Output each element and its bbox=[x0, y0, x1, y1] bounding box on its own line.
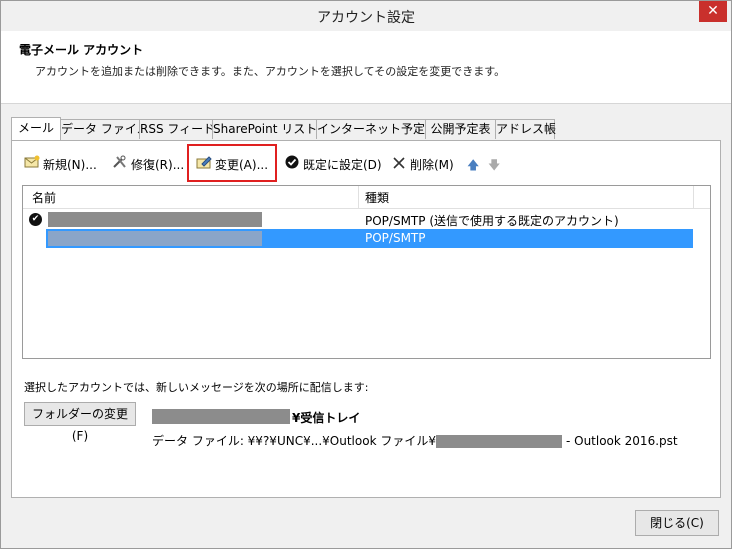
account-settings-dialog: アカウント設定 ✕ 電子メール アカウント アカウントを追加または削除できます。… bbox=[0, 0, 732, 549]
data-file-path: データ ファイル: ¥¥?¥UNC¥...¥Outlook ファイル¥ - Out… bbox=[152, 432, 678, 449]
tab-address-books[interactable]: アドレス帳 bbox=[495, 119, 556, 139]
account-name-redacted bbox=[48, 212, 262, 227]
list-header: 名前 種類 bbox=[23, 186, 710, 209]
tab-published-calendars[interactable]: 公開予定表 bbox=[425, 119, 496, 139]
delete-button[interactable]: 削除(M) bbox=[391, 155, 454, 175]
new-account-label: 新規(N)... bbox=[43, 158, 97, 172]
column-type-header[interactable]: 種類 bbox=[365, 189, 389, 206]
data-file-name-redacted bbox=[435, 435, 562, 448]
new-account-button[interactable]: 新規(N)... bbox=[24, 155, 97, 175]
delete-label: 削除(M) bbox=[410, 158, 454, 172]
repair-label: 修復(R)... bbox=[131, 158, 185, 172]
set-default-button[interactable]: 既定に設定(D) bbox=[284, 155, 382, 175]
move-down-button[interactable]: 🡇 bbox=[488, 155, 500, 175]
change-button[interactable]: 変更(A)... bbox=[196, 155, 268, 175]
column-divider bbox=[358, 186, 359, 208]
inbox-folder-label: ¥受信トレイ bbox=[292, 411, 361, 425]
change-folder-button[interactable]: フォルダーの変更(F) bbox=[24, 402, 136, 443]
title-bar: アカウント設定 ✕ bbox=[1, 1, 731, 31]
account-type: POP/SMTP (送信で使用する既定のアカウント) bbox=[365, 214, 619, 228]
delete-x-icon bbox=[391, 155, 407, 175]
mailbox-name-redacted bbox=[152, 409, 290, 424]
account-row-selected[interactable]: POP/SMTP bbox=[46, 229, 693, 248]
account-row[interactable]: ✔ POP/SMTP (送信で使用する既定のアカウント) bbox=[23, 210, 710, 229]
account-type: POP/SMTP bbox=[365, 231, 426, 245]
data-file-prefix: データ ファイル: ¥¥?¥UNC¥...¥Outlook ファイル¥ bbox=[152, 434, 436, 448]
default-account-check-icon: ✔ bbox=[29, 213, 42, 226]
account-list[interactable]: 名前 種類 ✔ POP/SMTP (送信で使用する既定のアカウント) POP/S… bbox=[22, 185, 711, 359]
tab-sharepoint-lists[interactable]: SharePoint リスト bbox=[212, 119, 317, 139]
close-button[interactable]: 閉じる(C) bbox=[635, 510, 719, 536]
close-window-icon[interactable]: ✕ bbox=[699, 1, 727, 22]
column-divider bbox=[693, 186, 694, 208]
dialog-header: 電子メール アカウント アカウントを追加または削除できます。また、アカウントを選… bbox=[1, 31, 731, 104]
header-title: 電子メール アカウント bbox=[19, 43, 144, 57]
change-label: 変更(A)... bbox=[215, 158, 269, 172]
repair-button[interactable]: 修復(R)... bbox=[112, 155, 184, 175]
change-account-icon bbox=[196, 155, 212, 175]
header-description: アカウントを追加または削除できます。また、アカウントを選択してその設定を変更でき… bbox=[35, 65, 506, 78]
arrow-down-icon: 🡇 bbox=[488, 158, 501, 172]
tools-icon bbox=[112, 155, 128, 175]
account-name-redacted bbox=[48, 231, 262, 246]
tab-data-files[interactable]: データ ファイル bbox=[60, 119, 149, 139]
tab-rss-feeds[interactable]: RSS フィード bbox=[139, 119, 215, 139]
data-file-suffix: - Outlook 2016.pst bbox=[565, 434, 678, 448]
tab-internet-calendars[interactable]: インターネット予定表 bbox=[316, 119, 437, 139]
default-check-icon bbox=[284, 155, 300, 175]
tab-mail[interactable]: メール bbox=[11, 117, 61, 140]
new-mail-icon bbox=[24, 155, 40, 175]
window-title: アカウント設定 bbox=[317, 10, 415, 26]
mail-tab-panel: 新規(N)... 修復(R)... 変更(A)... 既定に設定(D) 削除(M… bbox=[11, 140, 721, 498]
set-default-label: 既定に設定(D) bbox=[303, 158, 382, 172]
delivery-location-label: 選択したアカウントでは、新しいメッセージを次の場所に配信します: bbox=[24, 381, 369, 394]
column-name-header[interactable]: 名前 bbox=[32, 189, 56, 206]
move-up-button[interactable]: 🡅 bbox=[467, 155, 479, 175]
arrow-up-icon: 🡅 bbox=[467, 158, 480, 172]
